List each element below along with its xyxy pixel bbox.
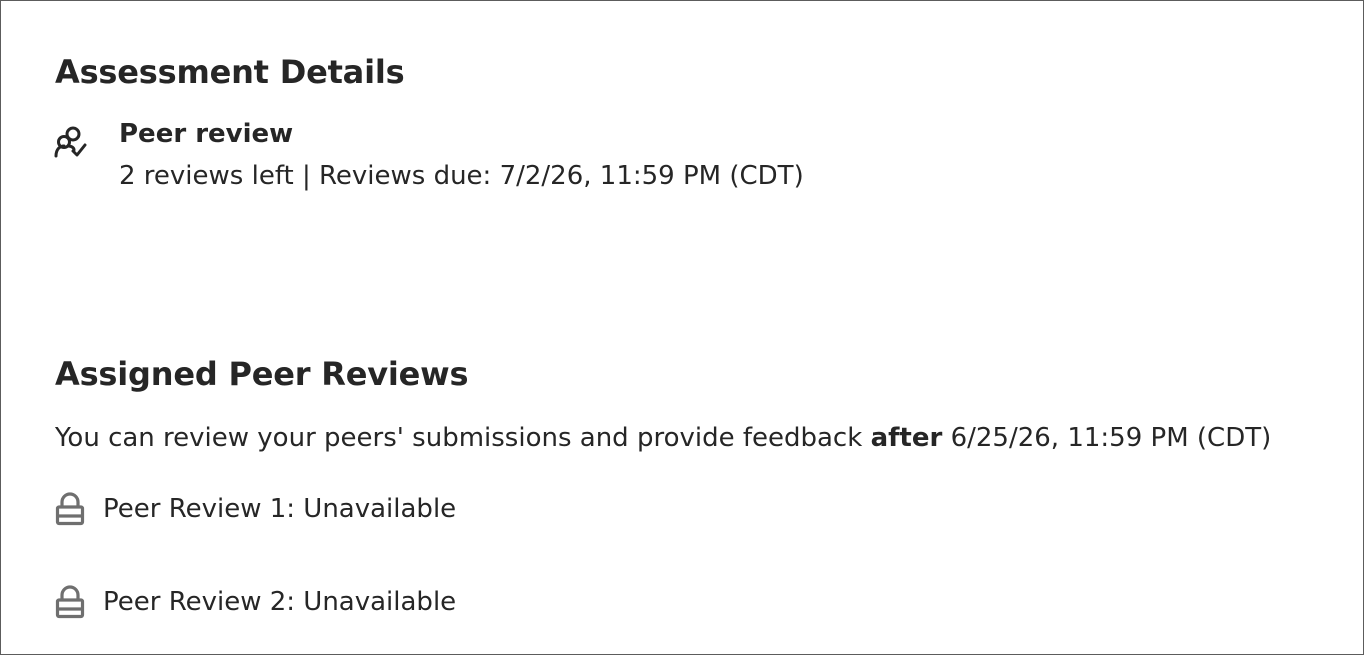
peer-review-item-2: Peer Review 2: Unavailable <box>55 584 456 620</box>
lock-icon <box>55 492 85 526</box>
assessment-panel: Assessment Details Peer review 2 reviews… <box>0 0 1364 655</box>
intro-date: 6/25/26, 11:59 PM (CDT) <box>950 423 1272 453</box>
peer-review-item-1: Peer Review 1: Unavailable <box>55 491 456 527</box>
assessment-details-heading: Assessment Details <box>55 53 405 91</box>
lock-icon <box>55 585 85 619</box>
peer-review-availability-text: You can review your peers' submissions a… <box>55 423 1271 453</box>
peer-review-item-label: Peer Review 2: Unavailable <box>103 587 457 617</box>
peer-review-item-label: Peer Review 1: Unavailable <box>103 494 457 524</box>
assigned-peer-reviews-heading: Assigned Peer Reviews <box>55 355 469 393</box>
intro-prefix: You can review your peers' submissions a… <box>55 423 863 453</box>
peer-review-label: Peer review <box>119 119 294 149</box>
peer-review-meta: 2 reviews left | Reviews due: 7/2/26, 11… <box>119 161 804 191</box>
peer-review-icon <box>54 126 87 158</box>
intro-emphasis: after <box>870 423 943 453</box>
